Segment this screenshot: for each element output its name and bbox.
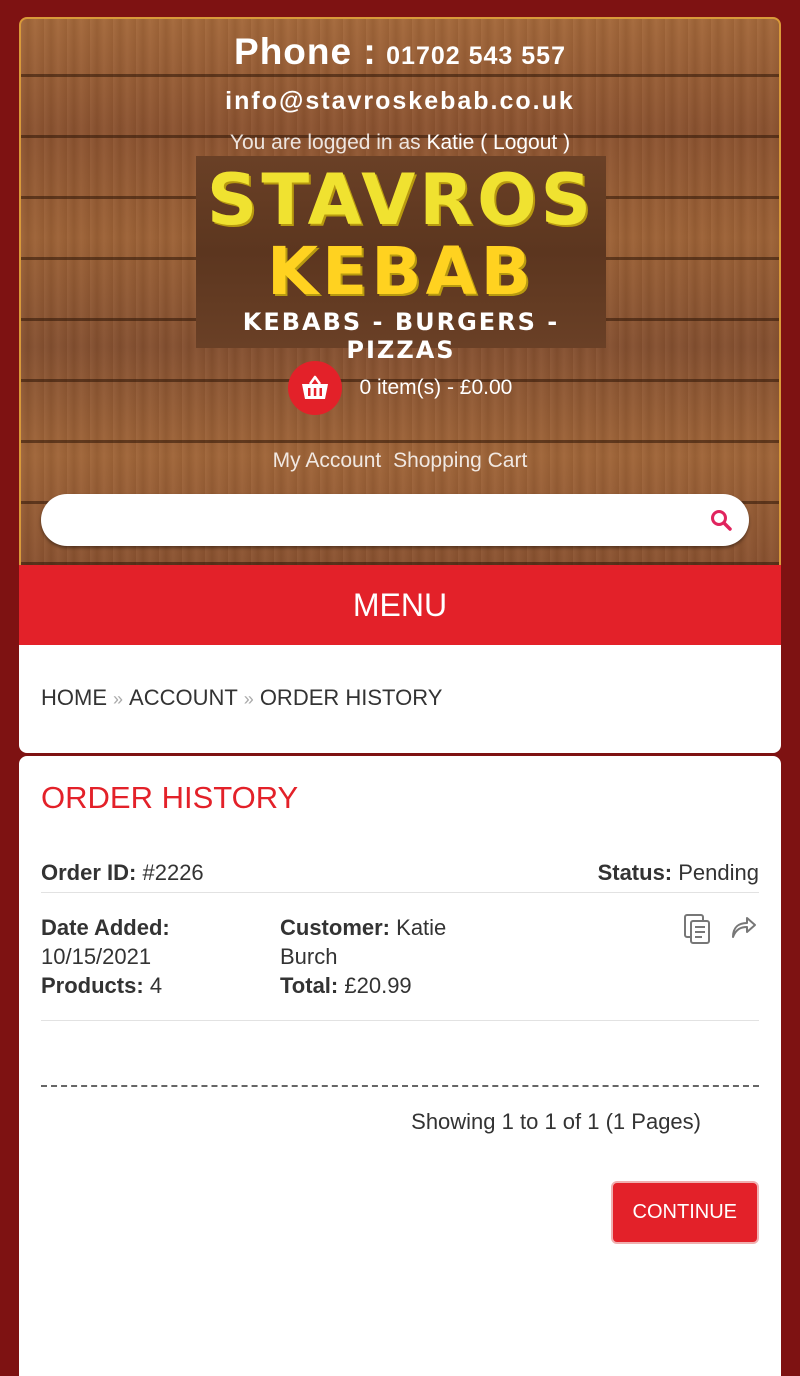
breadcrumb-order-history[interactable]: ORDER HISTORY	[260, 685, 443, 710]
order-status-value: Pending	[678, 860, 759, 885]
order-id-label: Order ID:	[41, 860, 137, 885]
breadcrumb-separator: »	[113, 689, 124, 709]
page: Phone : 01702 543 557 info@stavroskebab.…	[19, 17, 781, 1376]
products-label: Products:	[41, 973, 144, 998]
logo-line1: STAVROS	[206, 159, 596, 241]
order-col-customer: Customer: Katie Burch Total: £20.99	[280, 913, 480, 1000]
phone-label: Phone :	[234, 31, 377, 72]
customer-label: Customer:	[280, 915, 391, 940]
logo[interactable]: STAVROS KEBAB KEBABS - BURGERS -PIZZAS	[196, 156, 606, 364]
phone-number[interactable]: 01702 543 557	[386, 42, 566, 70]
login-status: You are logged in as Katie ( Logout )	[21, 131, 779, 155]
button-row: CONTINUE	[41, 1181, 759, 1244]
order-id: Order ID: #2226	[41, 860, 204, 886]
date-added-value: 10/15/2021	[41, 944, 152, 969]
logo-tagline: KEBABS - BURGERS -PIZZAS	[242, 308, 560, 364]
login-prefix: You are logged in as	[229, 131, 421, 154]
order-col-date: Date Added: 10/15/2021 Products: 4	[41, 913, 261, 1000]
view-order-icon[interactable]	[683, 913, 713, 952]
breadcrumb-account[interactable]: ACCOUNT	[129, 685, 238, 710]
date-added-label: Date Added:	[41, 915, 170, 940]
order-actions	[673, 913, 757, 952]
my-account-link[interactable]: My Account	[273, 449, 382, 472]
pagination-results: Showing 1 to 1 of 1 (1 Pages)	[411, 1109, 701, 1134]
shopping-cart-link[interactable]: Shopping Cart	[393, 449, 527, 472]
header: Phone : 01702 543 557 info@stavroskebab.…	[19, 17, 781, 565]
logout-link[interactable]: ( Logout )	[480, 131, 570, 154]
basket-icon[interactable]	[287, 361, 342, 415]
phone-line: Phone : 01702 543 557	[21, 31, 779, 73]
breadcrumb: HOME » ACCOUNT» ORDER HISTORY	[19, 645, 781, 753]
reorder-icon[interactable]	[729, 913, 757, 948]
breadcrumb-home[interactable]: HOME	[41, 685, 107, 710]
search-input[interactable]	[63, 494, 703, 546]
menu-button[interactable]: MENU	[19, 565, 781, 645]
search-bar	[41, 494, 749, 546]
logo-line2: KEBAB	[267, 233, 535, 310]
products-value: 4	[149, 973, 163, 998]
order-details: Date Added: 10/15/2021 Products: 4 Custo…	[41, 893, 759, 1021]
page-title: ORDER HISTORY	[41, 780, 299, 815]
continue-button[interactable]: CONTINUE	[610, 1181, 759, 1244]
order-status: Status: Pending	[598, 860, 759, 886]
total-value: £20.99	[344, 973, 412, 998]
breadcrumb-separator: »	[243, 689, 254, 709]
search-icon[interactable]	[709, 508, 733, 537]
order-id-value: #2226	[142, 860, 204, 885]
divider	[41, 1085, 759, 1087]
total-label: Total:	[280, 973, 339, 998]
email-link[interactable]: info@stavroskebab.co.uk	[21, 87, 779, 116]
login-user[interactable]: Katie	[426, 131, 474, 154]
order-history-panel: ORDER HISTORY Order ID: #2226 Status: Pe…	[19, 756, 781, 1376]
order-header: Order ID: #2226 Status: Pending	[41, 860, 759, 893]
order-status-label: Status:	[597, 860, 673, 885]
cart-text: 0 item(s) - £0.00	[359, 376, 513, 399]
cart-summary[interactable]: 0 item(s) - £0.00	[21, 361, 779, 415]
header-links: My Account Shopping Cart	[21, 449, 779, 473]
